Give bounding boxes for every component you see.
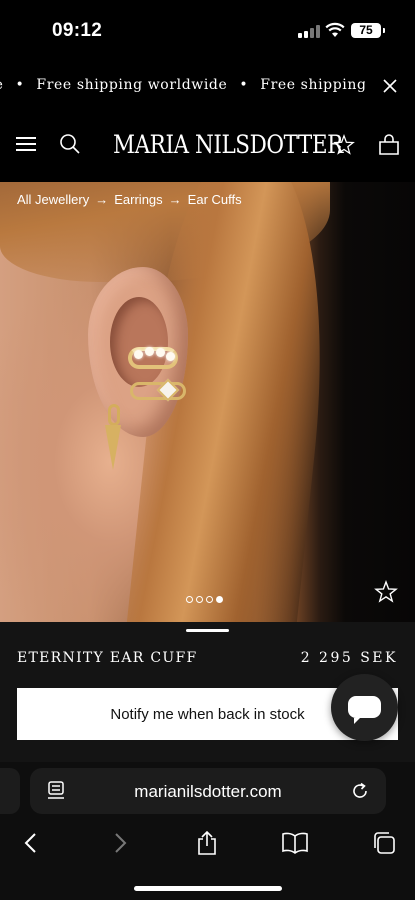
tabs-icon xyxy=(374,832,395,854)
arrow-right-icon: → xyxy=(95,192,109,207)
url-text: marianilsdotter.com xyxy=(134,782,282,801)
pagination-dot[interactable] xyxy=(196,596,203,603)
add-to-wishlist-star-icon[interactable] xyxy=(374,580,398,604)
arrow-right-icon: → xyxy=(168,192,182,207)
forward-button[interactable] xyxy=(105,828,135,858)
banner-text: ide•Free shipping worldwide•Free shippin… xyxy=(0,77,401,93)
product-price: 2 295 SEK xyxy=(300,650,398,666)
breadcrumb-link[interactable]: All Jewellery xyxy=(17,192,89,207)
gem xyxy=(145,347,154,356)
home-indicator[interactable] xyxy=(134,886,282,891)
pagination-dot[interactable] xyxy=(186,596,193,603)
status-time: 09:12 xyxy=(52,20,103,41)
chevron-right-icon xyxy=(115,833,127,853)
chevron-left-icon xyxy=(24,833,36,853)
product-name: ETERNITY EAR CUFF xyxy=(17,650,198,666)
bookmarks-button[interactable] xyxy=(280,828,310,858)
pagination-dot-active[interactable] xyxy=(216,596,223,603)
close-banner-button[interactable] xyxy=(365,62,415,110)
address-bar[interactable]: marianilsdotter.com xyxy=(30,768,386,814)
star-icon[interactable] xyxy=(333,134,355,156)
bullet-separator: • xyxy=(15,77,25,93)
gem xyxy=(166,352,175,361)
shipping-banner: ide•Free shipping worldwide•Free shippin… xyxy=(0,62,415,110)
gem xyxy=(156,348,165,357)
gem xyxy=(134,350,143,359)
reload-icon[interactable] xyxy=(350,781,370,801)
cellular-signal-icon xyxy=(298,25,320,38)
banner-segment: Free shipping worldwide xyxy=(36,77,228,93)
browser-chrome: marianilsdotter.com xyxy=(0,762,415,900)
close-icon xyxy=(383,79,397,93)
banner-segment: ide xyxy=(0,77,4,93)
status-bar: 09:12 75 xyxy=(0,0,415,62)
brand-logo[interactable]: MARIA NILSDOTTER xyxy=(113,130,343,159)
tabs-button[interactable] xyxy=(369,828,399,858)
wifi-icon xyxy=(325,22,345,37)
chat-button[interactable] xyxy=(331,674,398,741)
site-header: MARIA NILSDOTTER xyxy=(0,110,415,182)
product-image[interactable]: All Jewellery → Earrings → Ear Cuffs xyxy=(0,182,415,622)
book-icon xyxy=(282,832,308,854)
battery-icon: 75 xyxy=(351,23,385,38)
drag-handle[interactable] xyxy=(186,629,229,632)
breadcrumb-link[interactable]: Earrings xyxy=(114,192,162,207)
previous-tab[interactable] xyxy=(0,768,20,814)
menu-button[interactable] xyxy=(16,135,38,153)
ear-inner-shape xyxy=(110,297,168,387)
chat-bubble-icon xyxy=(348,696,381,724)
search-icon[interactable] xyxy=(58,132,82,156)
pagination-dot[interactable] xyxy=(206,596,213,603)
hoop-earring xyxy=(108,404,120,426)
spike-pendant xyxy=(105,425,121,470)
bullet-separator: • xyxy=(239,77,249,93)
breadcrumb-link[interactable]: Ear Cuffs xyxy=(188,192,242,207)
share-button[interactable] xyxy=(192,828,222,858)
back-button[interactable] xyxy=(16,828,46,858)
browser-toolbar xyxy=(0,824,415,864)
breadcrumb: All Jewellery → Earrings → Ear Cuffs xyxy=(17,192,242,207)
shopping-bag-icon[interactable] xyxy=(377,133,401,157)
gallery-pagination xyxy=(186,596,223,603)
share-icon xyxy=(198,830,216,855)
